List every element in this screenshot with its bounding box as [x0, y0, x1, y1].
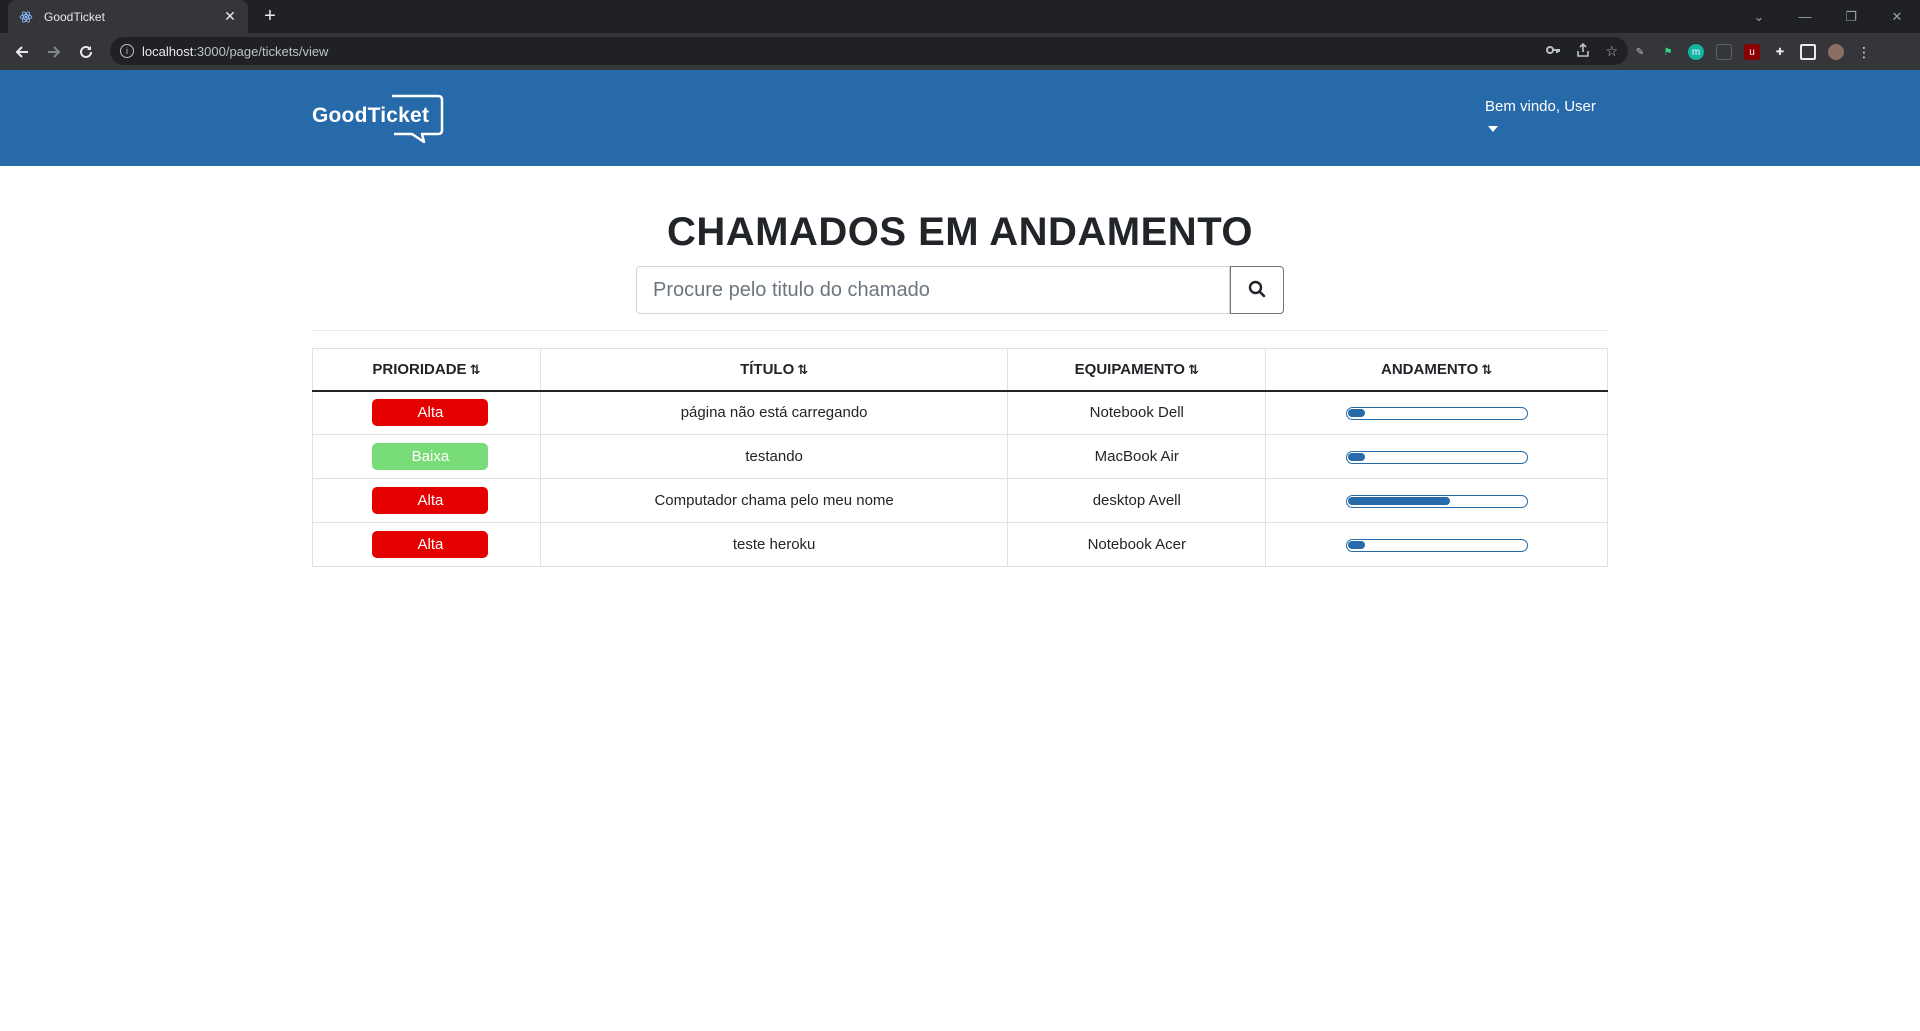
ublock-extension-icon[interactable]: u [1744, 44, 1760, 60]
flag-extension-icon[interactable]: ⚑ [1660, 44, 1676, 60]
table-row[interactable]: Alta teste heroku Notebook Acer [312, 522, 1608, 567]
restore-icon[interactable]: ❐ [1828, 9, 1874, 25]
address-bar[interactable]: i localhost:3000/page/tickets/view ☆ [110, 37, 1628, 65]
ticket-equipment: desktop Avell [1007, 478, 1267, 523]
browser-toolbar: i localhost:3000/page/tickets/view ☆ ✎ ⚑… [0, 33, 1920, 70]
progress-fill [1347, 408, 1366, 417]
table-header-row: PRIORIDADE ⇅ TÍTULO ⇅ EQUIPAMENTO ⇅ ANDAMEN… [312, 348, 1608, 392]
tab-search-icon[interactable]: ⌄ [1736, 9, 1782, 25]
window-controls: ⌄ — ❐ ✕ [1736, 0, 1920, 33]
profile-avatar-icon[interactable] [1828, 44, 1844, 60]
table-row[interactable]: Alta Computador chama pelo meu nome desk… [312, 478, 1608, 523]
url-path: :3000/page/tickets/view [193, 43, 329, 59]
goodticket-logo[interactable]: GoodTicket [312, 92, 444, 144]
search-group [636, 266, 1284, 314]
pen-extension-icon[interactable]: ✎ [1632, 44, 1648, 60]
new-tab-icon[interactable]: + [258, 6, 282, 28]
progress-fill [1347, 452, 1366, 461]
ticket-equipment: Notebook Dell [1007, 390, 1267, 435]
browser-tab[interactable]: GoodTicket ✕ [8, 0, 248, 33]
priority-badge: Alta [372, 487, 489, 514]
search-button[interactable] [1230, 266, 1284, 314]
progress-fill [1347, 496, 1450, 505]
side-panel-icon[interactable] [1800, 44, 1816, 60]
caret-down-icon[interactable] [1488, 126, 1498, 132]
column-header-title[interactable]: TÍTULO ⇅ [539, 348, 1009, 392]
ticket-equipment: Notebook Acer [1007, 522, 1267, 567]
app-header: GoodTicket Bem vindo, User [0, 70, 1920, 166]
column-header-equipment[interactable]: EQUIPAMENTO ⇅ [1007, 348, 1267, 392]
search-input[interactable] [636, 266, 1230, 314]
priority-badge: Baixa [372, 443, 489, 470]
reload-icon[interactable] [70, 36, 102, 68]
browser-tab-strip: GoodTicket ✕ + ⌄ — ❐ ✕ [0, 0, 1920, 33]
table-row[interactable]: Baixa testando MacBook Air [312, 434, 1608, 479]
column-header-priority[interactable]: PRIORIDADE ⇅ [312, 348, 541, 392]
sort-icon[interactable]: ⇅ [1188, 362, 1199, 377]
react-favicon-icon [18, 9, 34, 25]
close-tab-icon[interactable]: ✕ [222, 8, 238, 25]
progress-bar [1345, 494, 1528, 508]
ticket-equipment: MacBook Air [1007, 434, 1267, 479]
puzzle-extensions-icon[interactable]: ✚ [1772, 44, 1788, 60]
priority-badge: Alta [372, 399, 489, 427]
progress-bar [1345, 538, 1528, 552]
column-header-progress[interactable]: ANDAMENTO ⇅ [1265, 348, 1608, 392]
user-menu-toggle[interactable]: Bem vindo, User [1485, 98, 1596, 115]
logo-text: GoodTicket [312, 104, 430, 127]
sort-icon[interactable]: ⇅ [470, 362, 481, 377]
minimize-icon[interactable]: — [1782, 9, 1828, 24]
forward-icon[interactable] [38, 36, 70, 68]
progress-fill [1347, 540, 1366, 549]
search-icon [1248, 280, 1266, 301]
sort-icon[interactable]: ⇅ [797, 362, 808, 377]
site-info-icon[interactable]: i [120, 44, 134, 58]
key-icon[interactable] [1545, 42, 1561, 61]
bookmark-star-icon[interactable]: ☆ [1605, 43, 1618, 60]
back-icon[interactable] [6, 36, 38, 68]
ticket-title: teste heroku [539, 522, 1009, 567]
share-icon[interactable] [1575, 42, 1591, 61]
sort-icon[interactable]: ⇅ [1481, 362, 1492, 377]
screen-extension-icon[interactable] [1716, 44, 1732, 60]
ticket-title: Computador chama pelo meu nome [539, 478, 1009, 523]
priority-badge: Alta [372, 531, 489, 558]
extensions-area: ✎ ⚑ m u ✚ ⋮ [1632, 37, 1872, 67]
progress-bar [1345, 406, 1528, 420]
table-row[interactable]: Alta página não está carregando Notebook… [312, 390, 1608, 435]
divider [312, 330, 1608, 331]
progress-bar [1345, 450, 1528, 464]
tickets-table: PRIORIDADE ⇅ TÍTULO ⇅ EQUIPAMENTO ⇅ ANDAMEN… [312, 348, 1608, 567]
ticket-title: testando [539, 434, 1009, 479]
close-window-icon[interactable]: ✕ [1874, 9, 1920, 25]
ticket-title: página não está carregando [539, 390, 1009, 435]
tab-title: GoodTicket [44, 9, 105, 24]
url-host: localhost [142, 43, 194, 59]
page-title: CHAMADOS EM ANDAMENTO [666, 210, 1254, 254]
m-extension-icon[interactable]: m [1688, 44, 1704, 60]
chrome-menu-icon[interactable]: ⋮ [1856, 44, 1872, 60]
